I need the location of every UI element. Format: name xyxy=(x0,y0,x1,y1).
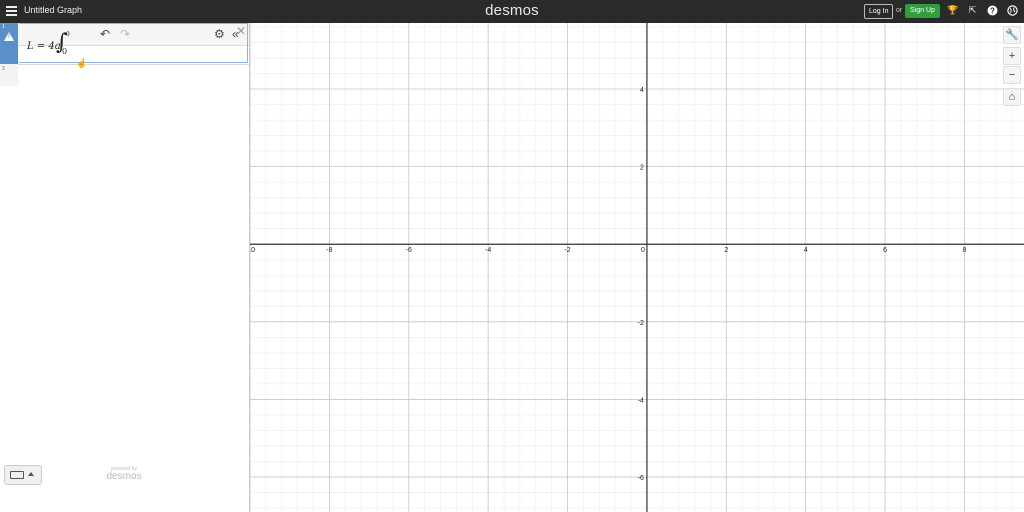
help-icon[interactable]: ? xyxy=(987,5,998,16)
expression-number: 1 xyxy=(2,24,5,30)
x-tick-label: 4 xyxy=(804,247,808,254)
keyboard-icon xyxy=(10,471,24,479)
trophy-icon[interactable]: 🏆 xyxy=(947,5,958,16)
graph-title[interactable]: Untitled Graph xyxy=(24,5,82,15)
x-tick-label: 8 xyxy=(963,247,967,254)
y-tick-label: -6 xyxy=(638,475,644,482)
y-tick-label: -2 xyxy=(638,320,644,327)
expression-row-2[interactable]: 2 xyxy=(0,64,18,86)
top-bar: Untitled Graph desmos Log In or Sign Up … xyxy=(0,0,1024,23)
caret-up-icon xyxy=(28,472,34,476)
x-tick-label: -10 xyxy=(250,247,255,254)
menu-icon[interactable] xyxy=(6,6,17,16)
y-tick-label: -4 xyxy=(638,397,644,404)
y-tick-label: 4 xyxy=(640,87,644,94)
powered-by-desmos[interactable]: powered by desmos xyxy=(100,466,148,482)
zoom-out-icon[interactable]: − xyxy=(1003,66,1021,84)
footer-brand: desmos xyxy=(106,471,142,482)
warning-exclamation: ! xyxy=(8,34,10,40)
home-icon[interactable]: ⌂ xyxy=(1003,88,1021,106)
graph-grid[interactable]: -10 -8 -6 -4 -2 0 2 4 6 8 4 2 -2 -4 -6 xyxy=(250,23,1024,512)
x-tick-label: 6 xyxy=(883,247,887,254)
expression-tab[interactable]: 1 ! xyxy=(0,23,18,64)
expression-number: 2 xyxy=(2,66,5,72)
share-icon[interactable]: ⇱ xyxy=(967,5,978,16)
svg-text:?: ? xyxy=(990,6,995,15)
integral-upper-limit: θ xyxy=(66,31,70,38)
origin-tick-label: 0 xyxy=(641,247,645,254)
signup-button[interactable]: Sign Up xyxy=(905,4,940,18)
zoom-in-icon[interactable]: + xyxy=(1003,47,1021,65)
x-tick-label: -4 xyxy=(485,247,491,254)
expression-panel: + ↶ ↷ ⚙ « xyxy=(0,23,250,512)
login-button[interactable]: Log In xyxy=(864,4,894,19)
keyboard-toggle-button[interactable] xyxy=(4,465,42,485)
mouse-cursor-icon: ☝ xyxy=(76,58,88,68)
x-tick-label: -8 xyxy=(326,247,332,254)
or-label: or xyxy=(896,7,903,14)
x-tick-label: -2 xyxy=(564,247,570,254)
y-tick-label: 2 xyxy=(640,165,644,172)
globe-icon[interactable] xyxy=(1007,5,1018,16)
integral-lower-limit: 0 xyxy=(62,47,68,56)
delete-expression-icon[interactable]: ✕ xyxy=(236,25,246,37)
wrench-icon[interactable]: 🔧 xyxy=(1003,26,1021,44)
x-tick-label: -6 xyxy=(406,247,412,254)
graph-canvas[interactable]: -10 -8 -6 -4 -2 0 2 4 6 8 4 2 -2 -4 -6 xyxy=(250,23,1024,512)
x-tick-label: 2 xyxy=(724,247,728,254)
